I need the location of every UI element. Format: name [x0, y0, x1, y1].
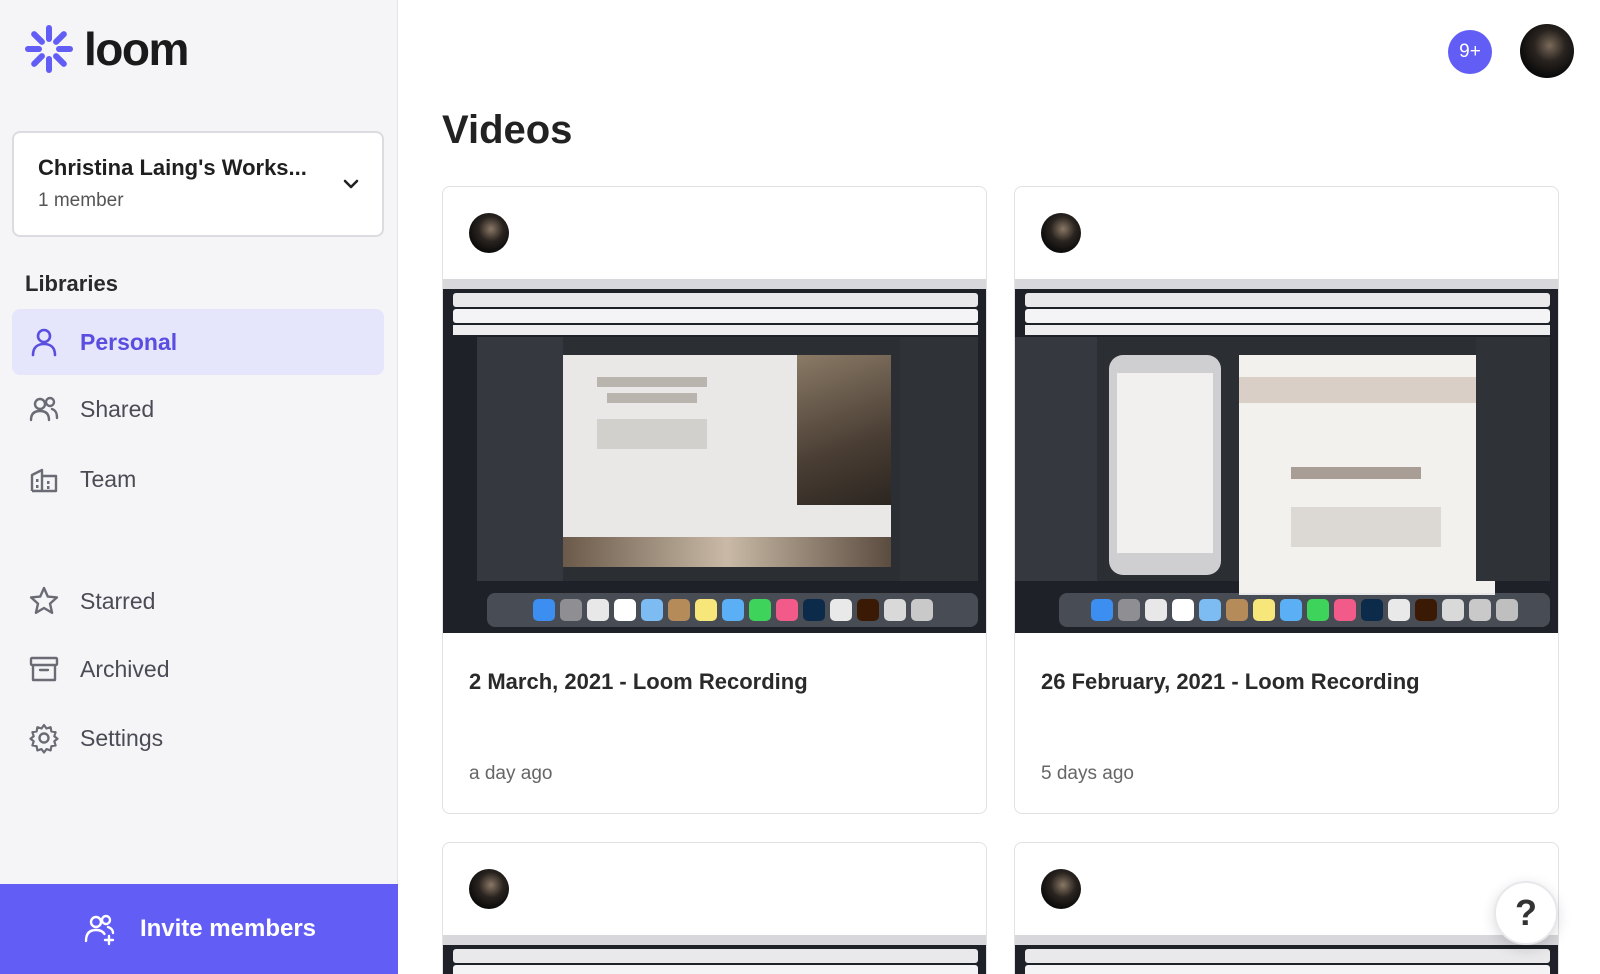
- thumb-tabs: [453, 293, 978, 307]
- thumb-tabs: [1025, 293, 1550, 307]
- sidebar-item-label: Team: [80, 465, 137, 492]
- sidebar-item-label: Archived: [80, 655, 170, 682]
- video-thumbnail[interactable]: [1015, 935, 1558, 974]
- video-card[interactable]: 2 March, 2021 - Loom Recording a day ago: [442, 186, 987, 814]
- notifications-badge[interactable]: 9+: [1448, 30, 1492, 74]
- thumb-urlbar: [1025, 309, 1550, 323]
- archive-icon: [28, 653, 60, 685]
- sidebar-item-shared[interactable]: Shared: [12, 376, 384, 442]
- thumb-menubar: [1015, 935, 1558, 945]
- thumb-urlbar: [453, 965, 978, 974]
- loom-logo[interactable]: loom: [24, 23, 189, 75]
- sidebar-item-personal[interactable]: Personal: [12, 309, 384, 375]
- invite-members-label: Invite members: [139, 915, 317, 942]
- video-thumbnail[interactable]: [1015, 279, 1558, 633]
- logo-wordmark: loom: [84, 23, 189, 75]
- users-icon: [28, 393, 60, 425]
- thumb-menubar: [443, 279, 986, 289]
- sidebar-item-team[interactable]: Team: [12, 446, 384, 512]
- sidebar: loom Christina Laing's Works... 1 member…: [0, 0, 398, 974]
- sidebar-item-settings[interactable]: Settings: [12, 705, 384, 771]
- loom-logo-icon: [25, 25, 73, 73]
- thumb-dock: [487, 593, 978, 627]
- thumb-urlbar: [453, 309, 978, 323]
- sidebar-item-label: Shared: [80, 395, 155, 422]
- video-timestamp: a day ago: [469, 763, 553, 784]
- building-icon: [28, 463, 60, 495]
- sidebar-item-label: Personal: [80, 328, 178, 355]
- thumb-editor: [477, 337, 978, 581]
- sidebar-item-starred[interactable]: Starred: [12, 568, 384, 634]
- avatar: [469, 869, 509, 909]
- thumb-bookmarks: [1025, 325, 1550, 335]
- thumb-tabs: [1025, 949, 1550, 963]
- video-card[interactable]: [442, 842, 987, 974]
- avatar: [1041, 869, 1081, 909]
- user-icon: [28, 326, 60, 358]
- star-icon: [28, 585, 60, 617]
- avatar: [1041, 213, 1081, 253]
- thumb-tabs: [453, 949, 978, 963]
- workspace-member-count: 1 member: [38, 190, 124, 211]
- video-title[interactable]: 2 March, 2021 - Loom Recording: [469, 669, 808, 695]
- sidebar-item-archived[interactable]: Archived: [12, 636, 384, 702]
- user-avatar[interactable]: [1520, 24, 1574, 78]
- video-card[interactable]: [1014, 842, 1559, 974]
- sidebar-item-label: Starred: [80, 587, 156, 614]
- thumb-menubar: [443, 935, 986, 945]
- thumb-editor: [1015, 337, 1550, 595]
- add-users-icon: [84, 914, 115, 946]
- invite-members-button[interactable]: Invite members: [0, 884, 398, 974]
- video-timestamp: 5 days ago: [1041, 763, 1134, 784]
- video-thumbnail[interactable]: [443, 935, 986, 974]
- avatar: [469, 213, 509, 253]
- thumb-dock: [1059, 593, 1550, 627]
- video-card[interactable]: 26 February, 2021 - Loom Recording 5 day…: [1014, 186, 1559, 814]
- video-thumbnail[interactable]: [443, 279, 986, 633]
- workspace-name: Christina Laing's Works...: [38, 155, 307, 180]
- help-button[interactable]: ?: [1494, 881, 1558, 945]
- thumb-urlbar: [1025, 965, 1550, 974]
- gear-icon: [28, 722, 60, 754]
- sidebar-item-label: Settings: [80, 724, 164, 751]
- chevron-down-icon: [343, 179, 359, 189]
- libraries-heading: Libraries: [25, 271, 118, 296]
- thumb-menubar: [1015, 279, 1558, 289]
- page-title: Videos: [442, 108, 573, 152]
- video-title[interactable]: 26 February, 2021 - Loom Recording: [1041, 669, 1420, 695]
- workspace-switcher[interactable]: Christina Laing's Works... 1 member: [12, 131, 384, 237]
- thumb-bookmarks: [453, 325, 978, 335]
